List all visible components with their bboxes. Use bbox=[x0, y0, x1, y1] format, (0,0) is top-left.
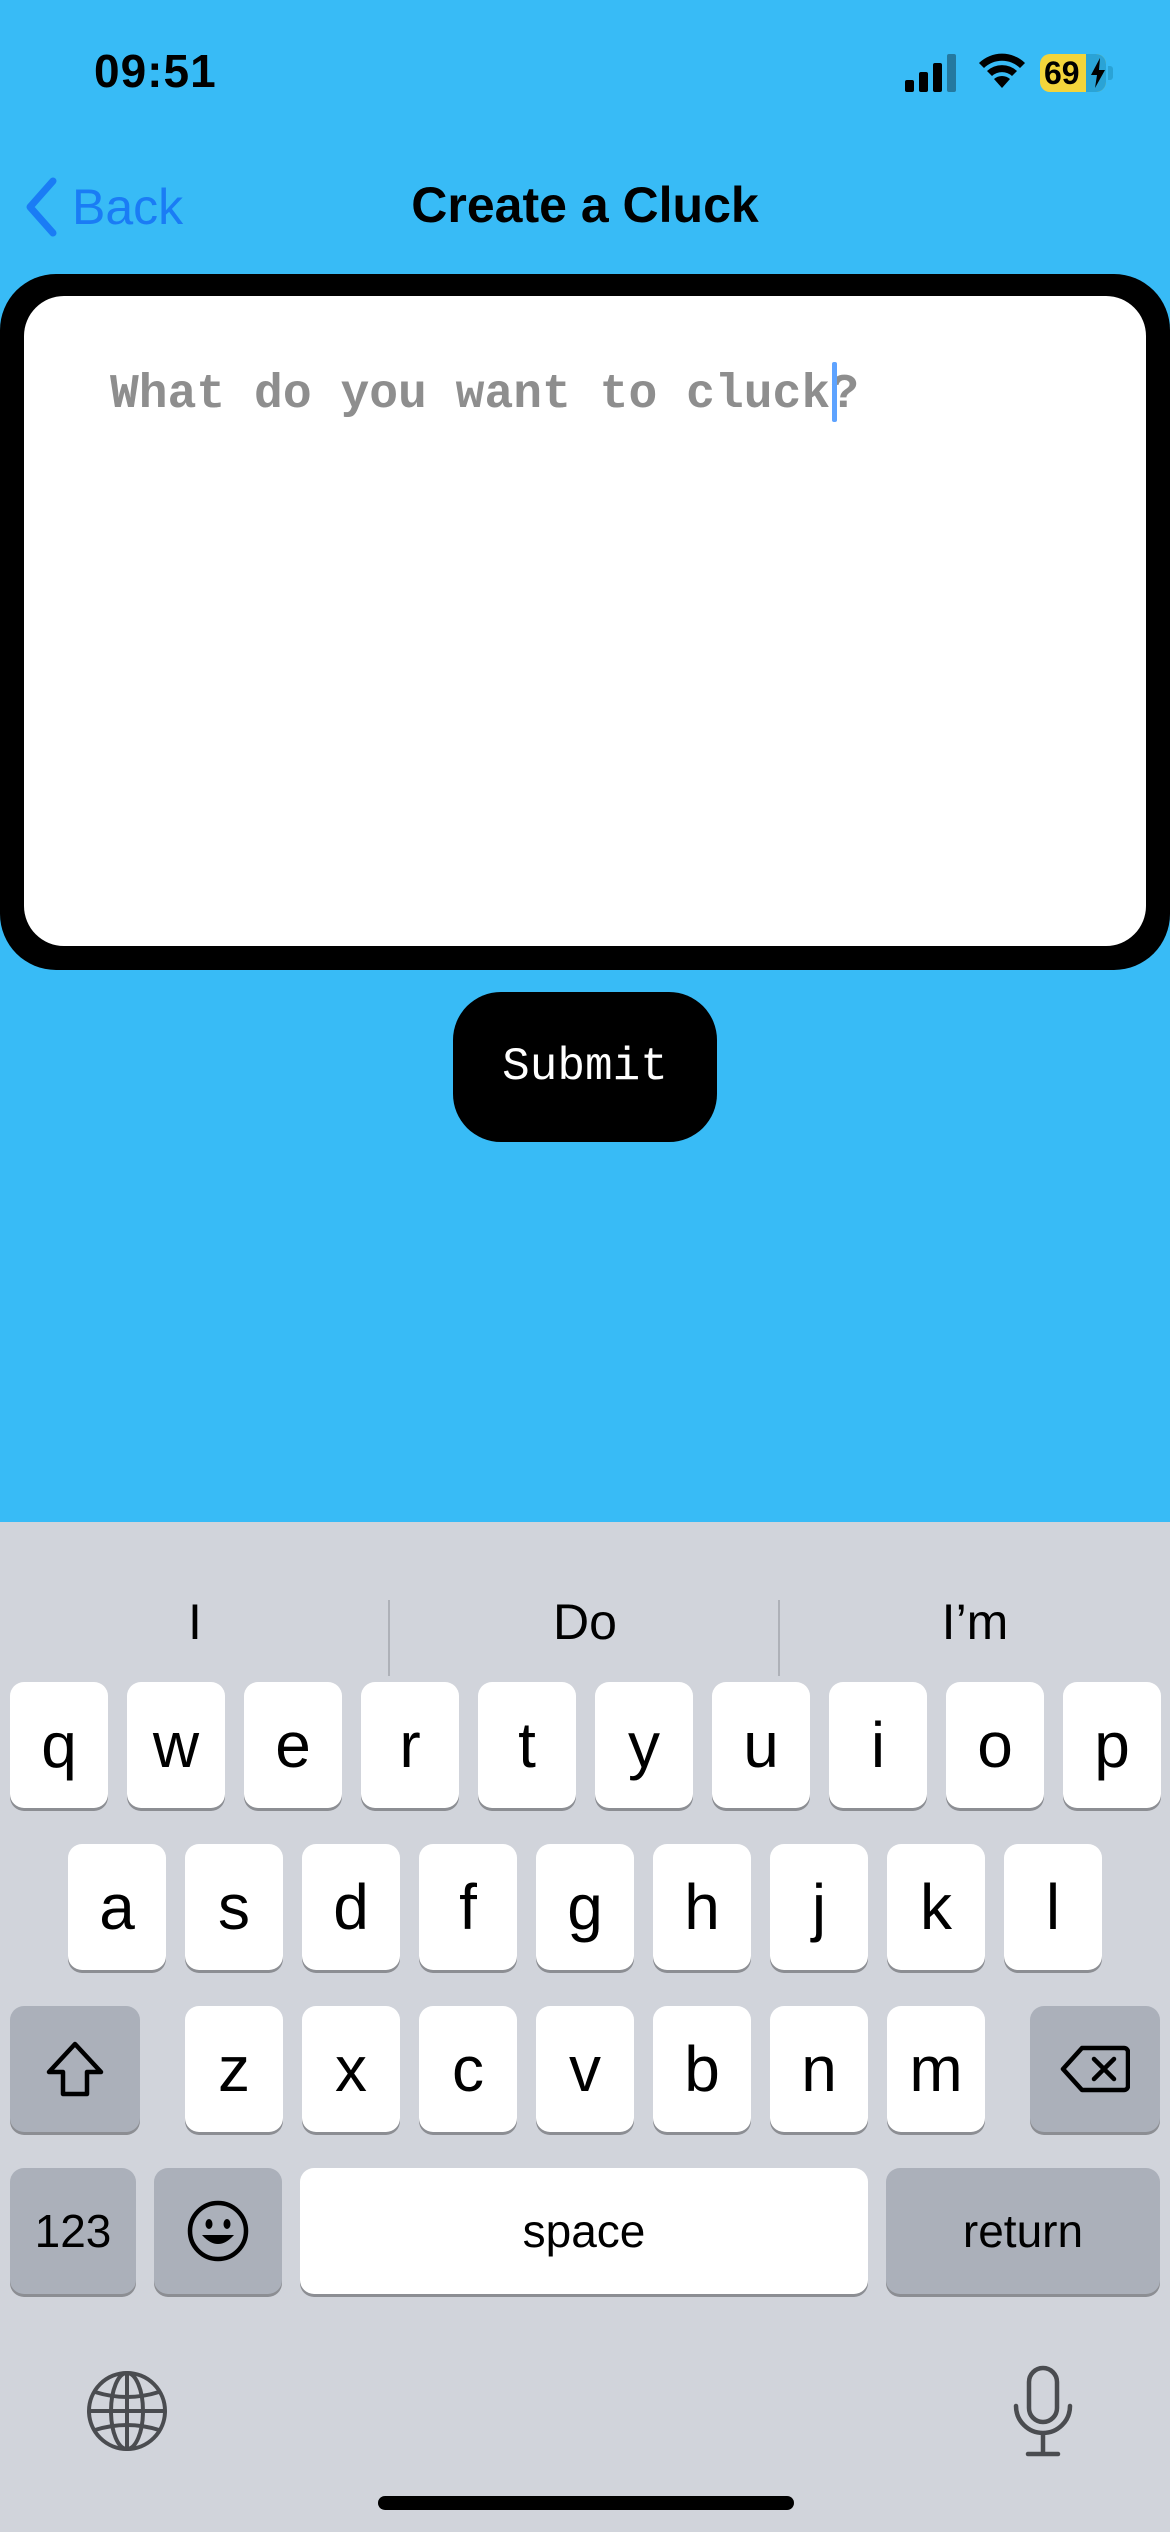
key-t[interactable]: t bbox=[478, 1682, 576, 1808]
key-z[interactable]: z bbox=[185, 2006, 283, 2132]
key-m[interactable]: m bbox=[887, 2006, 985, 2132]
keyboard: I Do I’m q w e r t y u i o p a s d f g h… bbox=[0, 1522, 1170, 2532]
key-f[interactable]: f bbox=[419, 1844, 517, 1970]
key-j[interactable]: j bbox=[770, 1844, 868, 1970]
delete-key[interactable] bbox=[1030, 2006, 1160, 2132]
key-e[interactable]: e bbox=[244, 1682, 342, 1808]
backspace-icon bbox=[1060, 2045, 1130, 2093]
key-u[interactable]: u bbox=[712, 1682, 810, 1808]
suggestion-bar: I Do I’m bbox=[0, 1562, 1170, 1682]
space-key[interactable]: space bbox=[300, 2168, 868, 2294]
home-indicator bbox=[378, 2496, 794, 2510]
key-a[interactable]: a bbox=[68, 1844, 166, 1970]
battery-icon: 69 bbox=[1040, 54, 1114, 92]
status-bar: 09:51 69 bbox=[0, 0, 1170, 150]
key-s[interactable]: s bbox=[185, 1844, 283, 1970]
battery-level: 69 bbox=[1044, 55, 1080, 91]
status-time: 09:51 bbox=[94, 45, 217, 97]
key-y[interactable]: y bbox=[595, 1682, 693, 1808]
shift-arrow-icon bbox=[46, 2041, 104, 2097]
text-cursor bbox=[832, 362, 837, 422]
suggestion-2[interactable]: Do bbox=[390, 1562, 780, 1682]
suggestion-3[interactable]: I’m bbox=[780, 1562, 1170, 1682]
key-p[interactable]: p bbox=[1063, 1682, 1161, 1808]
battery-body: 69 bbox=[1040, 54, 1106, 92]
key-q[interactable]: q bbox=[10, 1682, 108, 1808]
key-k[interactable]: k bbox=[887, 1844, 985, 1970]
microphone-icon[interactable] bbox=[1008, 2364, 1078, 2460]
key-b[interactable]: b bbox=[653, 2006, 751, 2132]
key-h[interactable]: h bbox=[653, 1844, 751, 1970]
numbers-key[interactable]: 123 bbox=[10, 2168, 136, 2294]
wifi-icon bbox=[979, 53, 1025, 88]
emoji-key[interactable] bbox=[154, 2168, 282, 2294]
key-l[interactable]: l bbox=[1004, 1844, 1102, 1970]
key-i[interactable]: i bbox=[829, 1682, 927, 1808]
key-c[interactable]: c bbox=[419, 2006, 517, 2132]
key-v[interactable]: v bbox=[536, 2006, 634, 2132]
return-key[interactable]: return bbox=[886, 2168, 1160, 2294]
key-g[interactable]: g bbox=[536, 1844, 634, 1970]
cellular-signal-icon bbox=[905, 54, 956, 92]
key-d[interactable]: d bbox=[302, 1844, 400, 1970]
charging-bolt-icon bbox=[1091, 58, 1105, 88]
page-title: Create a Cluck bbox=[411, 177, 759, 233]
key-r[interactable]: r bbox=[361, 1682, 459, 1808]
key-o[interactable]: o bbox=[946, 1682, 1044, 1808]
battery-nub bbox=[1108, 66, 1113, 80]
emoji-icon bbox=[187, 2200, 249, 2262]
key-w[interactable]: w bbox=[127, 1682, 225, 1808]
submit-button[interactable]: Submit bbox=[453, 992, 717, 1142]
cluck-editor-frame bbox=[0, 274, 1170, 970]
globe-icon[interactable] bbox=[84, 2368, 170, 2454]
key-x[interactable]: x bbox=[302, 2006, 400, 2132]
suggestion-1[interactable]: I bbox=[0, 1562, 390, 1682]
key-n[interactable]: n bbox=[770, 2006, 868, 2132]
shift-key[interactable] bbox=[10, 2006, 140, 2132]
cluck-text-input[interactable] bbox=[24, 296, 1146, 946]
